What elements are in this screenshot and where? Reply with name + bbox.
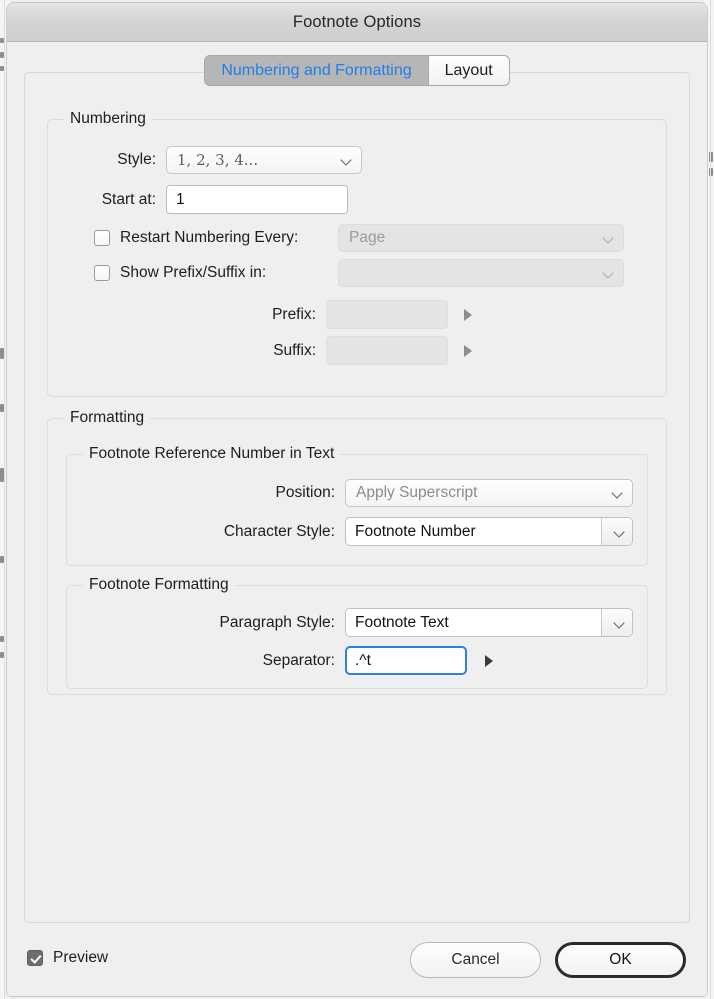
triangle-right-icon[interactable] [464, 344, 472, 357]
separator-input[interactable]: .^t [345, 646, 467, 675]
show-prefix-suffix-label: Show Prefix/Suffix in: [120, 264, 267, 281]
dialog-body: Numbering and Formatting Layout Numberin… [7, 42, 707, 996]
tab-panel: Numbering and Formatting Layout Numberin… [24, 56, 690, 923]
footnote-reference-number-legend: Footnote Reference Number in Text [83, 445, 341, 463]
restart-numbering-dropdown[interactable]: Page [338, 224, 624, 252]
style-dropdown[interactable]: 1, 2, 3, 4... [166, 146, 362, 174]
suffix-input[interactable] [326, 336, 448, 365]
separator-value: .^t [355, 651, 371, 669]
page-title: Footnote Options [292, 12, 422, 31]
chevron-down-icon [612, 487, 624, 499]
preview-label: Preview [53, 949, 109, 966]
numbering-group: Numbering Style: 1, 2, 3, 4... Start at: [47, 110, 667, 397]
tab-list: Numbering and Formatting Layout [205, 56, 509, 85]
show-prefix-suffix-dropdown[interactable] [338, 259, 624, 287]
footnote-options-dialog: Footnote Options Numbering and Formattin… [7, 3, 707, 996]
chevron-down-icon [614, 617, 626, 629]
checkbox-box [27, 950, 43, 966]
formatting-group: Formatting Footnote Reference Number in … [47, 409, 667, 695]
paragraph-style-label: Paragraph Style: [219, 613, 335, 631]
restart-numbering-value: Page [349, 229, 386, 246]
background-line [710, 0, 711, 999]
ok-button[interactable]: OK [555, 942, 686, 978]
chevron-down-icon [341, 154, 353, 166]
position-label: Position: [275, 484, 335, 501]
position-dropdown[interactable]: Apply Superscript [345, 479, 633, 507]
start-at-value: 1 [176, 190, 185, 208]
triangle-right-icon[interactable] [464, 308, 472, 321]
start-at-label: Start at: [101, 190, 156, 208]
character-style-value[interactable]: Footnote Number [346, 518, 601, 545]
paragraph-style-value[interactable]: Footnote Text [346, 609, 601, 636]
tab-layout[interactable]: Layout [428, 56, 509, 85]
character-style-label: Character Style: [223, 522, 335, 540]
style-value: 1, 2, 3, 4... [177, 151, 259, 169]
dialog-footer: Preview Cancel OK [7, 923, 707, 996]
screen: Footnote Options Numbering and Formattin… [0, 0, 714, 999]
formatting-group-legend: Formatting [64, 409, 151, 427]
triangle-right-icon[interactable] [485, 654, 493, 667]
chevron-down-icon [614, 526, 626, 538]
preview-checkbox[interactable]: Preview [27, 949, 108, 967]
style-label: Style: [117, 151, 156, 168]
chevron-down-icon [603, 267, 615, 279]
character-style-combo[interactable]: Footnote Number [345, 517, 633, 546]
checkbox-box [94, 265, 110, 281]
footnote-reference-number-group: Footnote Reference Number in Text Positi… [66, 445, 648, 566]
paragraph-style-combo[interactable]: Footnote Text [345, 608, 633, 637]
dialog-titlebar[interactable]: Footnote Options [7, 3, 707, 42]
position-value: Apply Superscript [356, 484, 478, 501]
show-prefix-suffix-checkbox[interactable]: Show Prefix/Suffix in: [94, 264, 338, 282]
restart-numbering-label: Restart Numbering Every: [120, 229, 299, 246]
paragraph-style-dropdown-button[interactable] [601, 609, 632, 636]
footnote-formatting-legend: Footnote Formatting [83, 576, 235, 594]
prefix-label: Prefix: [272, 305, 316, 323]
chevron-down-icon [603, 232, 615, 244]
tab-numbering-and-formatting[interactable]: Numbering and Formatting [205, 56, 429, 85]
cancel-button[interactable]: Cancel [410, 942, 541, 978]
checkbox-box [94, 230, 110, 246]
restart-numbering-checkbox[interactable]: Restart Numbering Every: [94, 229, 338, 247]
prefix-input[interactable] [326, 300, 448, 329]
background-line [4, 0, 5, 999]
numbering-group-legend: Numbering [64, 110, 152, 128]
separator-label: Separator: [262, 651, 335, 669]
footnote-formatting-group: Footnote Formatting Paragraph Style: Foo… [66, 576, 648, 689]
tab-strip: Numbering and Formatting Layout [25, 56, 689, 85]
character-style-dropdown-button[interactable] [601, 518, 632, 545]
start-at-input[interactable]: 1 [166, 185, 348, 214]
suffix-label: Suffix: [273, 341, 316, 359]
